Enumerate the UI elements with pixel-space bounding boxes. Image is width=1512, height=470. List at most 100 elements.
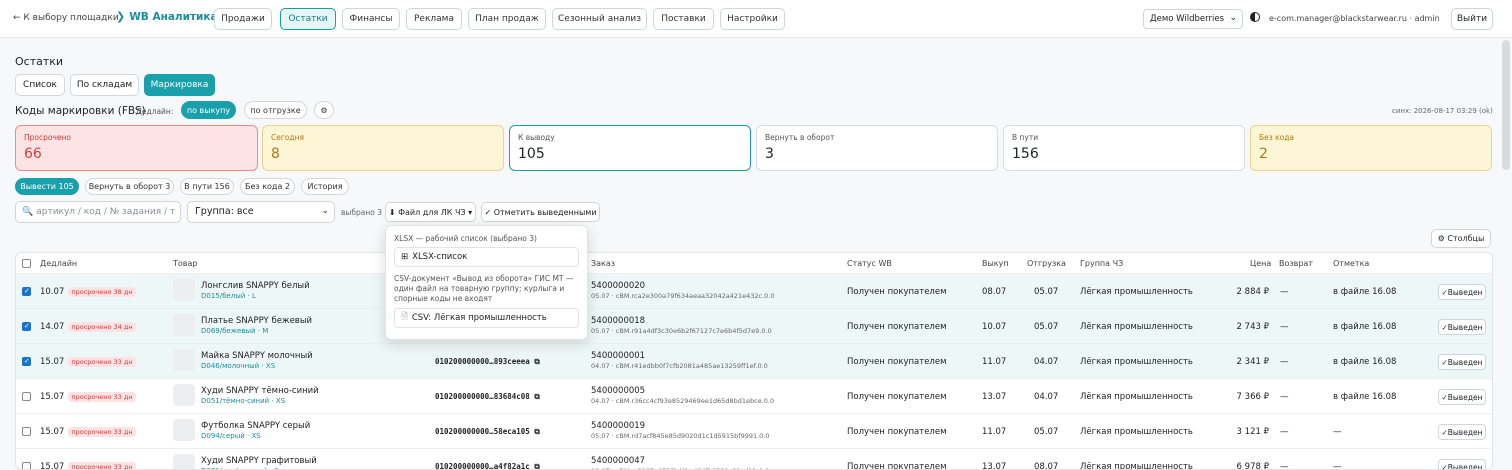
product-sku[interactable]: D015/белый · L [201,292,310,300]
nav-finance[interactable]: Финансы [342,8,400,30]
card-value: 3 [765,146,774,162]
col-buyout[interactable]: Выкуп [982,259,1009,268]
xlsx-list-option[interactable]: ⊞ XLSX-список [394,247,579,267]
deadline-by-buyout[interactable]: по выкупу [181,101,236,119]
product-name: Худи SNAPPY графитовый [201,456,317,466]
search-input[interactable]: 🔍 артикул / код / № задания / т [15,201,181,223]
table-row[interactable]: 15.07просрочено 33 дн Майка SNAPPY молоч… [16,343,1492,378]
nav-settings[interactable]: Настройки [720,8,785,30]
file-export-button[interactable]: ⬇ Файл для ЛК ЧЗ ▾ [385,202,476,222]
columns-button[interactable]: ⚙ Столбцы [1431,229,1491,248]
return-cell: — [1280,322,1289,332]
row-checkbox[interactable] [22,322,31,331]
card-label: Без кода [1259,133,1295,142]
product-sku[interactable]: D051/тёмно-синий · XS [201,397,319,405]
withdrawn-button[interactable]: ✓Выведен [1438,459,1486,469]
store-select[interactable]: Демо Wildberries ⌄ [1143,9,1243,29]
price-cell: 2 743 ₽ [1236,322,1269,332]
price-cell: 3 121 ₽ [1236,427,1269,437]
card-in-transit[interactable]: В пути 156 [1003,125,1245,171]
mark-code[interactable]: 010200000000…83684c08 ⧉ [435,392,540,402]
col-mark[interactable]: Отметка [1333,259,1369,268]
table-row[interactable]: 10.07просрочено 38 дн Лонгслив SNAPPY бе… [16,273,1492,308]
col-price[interactable]: Цена [1250,259,1271,268]
row-checkbox[interactable] [22,462,31,469]
card-no-code[interactable]: Без кода 2 [1250,125,1492,171]
product-sku[interactable]: D094/серый · XS [201,432,310,440]
card-label: К выводу [518,133,555,142]
product-thumbnail [173,454,195,469]
col-return[interactable]: Возврат [1279,259,1313,268]
scrollbar[interactable] [1502,40,1510,170]
app-logo[interactable]: ❯ WB Аналитика [116,10,218,23]
ship-date: 04.07 [1034,392,1059,402]
mark-code[interactable]: 010200000000…a4f82a1c ⧉ [435,462,540,469]
withdrawn-button[interactable]: ✓Выведен [1438,424,1486,440]
product-name: Майка SNAPPY молочный [201,351,313,361]
group-select[interactable]: Группа: все ⌄ [187,201,335,223]
product-cell: Худи SNAPPY графитовый D071/графитовый ·… [201,456,317,469]
chip-withdraw[interactable]: Вывести 105 [15,178,79,195]
mark-withdrawn-button[interactable]: ✓ Отметить выведенными [481,202,600,222]
card-today[interactable]: Сегодня 8 [262,125,504,171]
col-group[interactable]: Группа ЧЗ [1080,259,1123,268]
table-row[interactable]: 15.07 просрочено 33 дн Худи SNAPPY тёмно-… [16,378,1492,413]
deadline-by-shipment[interactable]: по отгрузке [244,101,307,119]
mark-code[interactable]: 010200000000…893ceeea ⧉ [435,357,540,367]
row-checkbox[interactable] [22,357,31,366]
chip-return[interactable]: Вернуть в оборот 3 [85,178,174,195]
xlsx-option-label: XLSX-список [412,252,468,262]
withdrawn-button[interactable]: ✓Выведен [1438,389,1486,405]
tab-warehouses[interactable]: По складам [70,74,139,96]
group-cell: Лёгкая промышленность [1080,322,1193,332]
tab-marking[interactable]: Маркировка [144,74,215,96]
tab-list[interactable]: Список [15,74,65,96]
select-all-checkbox[interactable] [22,259,31,268]
logout-button[interactable]: Выйти [1451,8,1493,30]
col-product[interactable]: Товар [173,259,197,268]
col-order[interactable]: Заказ [591,259,615,268]
nav-supply[interactable]: Поставки [653,8,714,30]
chip-no-code[interactable]: Без кода 2 [240,178,295,195]
withdrawn-button[interactable]: ✓Выведен [1438,319,1486,335]
chevron-down-icon: ⌄ [321,206,329,216]
nav-ads[interactable]: Реклама [406,8,462,30]
status-cell: Получен покупателем [847,392,947,402]
order-number: 5400000019 [591,421,646,431]
card-to-withdraw[interactable]: К выводу 105 [509,125,751,171]
chip-history[interactable]: История [301,178,349,195]
product-cell: Платье SNAPPY бежевый D069/бежевый · M [201,316,312,335]
chip-in-transit[interactable]: В пути 156 [180,178,234,195]
product-thumbnail [173,314,195,336]
row-checkbox[interactable] [22,427,31,436]
card-return[interactable]: Вернуть в оборот 3 [756,125,998,171]
nav-season[interactable]: Сезонный анализ [552,8,647,30]
table-row[interactable]: 15.07 просрочено 33 дн Худи SNAPPY графит… [16,448,1492,470]
overdue-badge: просрочено 33 дн [68,427,136,437]
status-cell: Получен покупателем [847,462,947,470]
buyout-date: 13.07 [982,462,1007,470]
table-row[interactable]: 14.07просрочено 34 дн Платье SNAPPY беже… [16,308,1492,343]
nav-stock[interactable]: Остатки [280,8,336,30]
nav-sales-plan[interactable]: План продаж [468,8,546,30]
withdrawn-button[interactable]: ✓Выведен [1438,284,1486,300]
table-row[interactable]: 15.07 просрочено 33 дн Футболка SNAPPY се… [16,413,1492,448]
col-deadline[interactable]: Дедлайн [40,259,77,268]
mark-cell: в файле 16.08 [1333,322,1397,332]
withdrawn-button[interactable]: ✓Выведен [1438,354,1486,370]
card-label: Вернуть в оборот [765,133,835,142]
product-sku[interactable]: D046/молочный · XS [201,362,313,370]
ship-date: 05.07 [1034,287,1059,297]
col-status[interactable]: Статус WB [847,259,892,268]
theme-toggle-icon[interactable] [1250,12,1260,22]
col-shipment[interactable]: Отгрузка [1027,259,1066,268]
csv-option[interactable]: 🗎 CSV: Лёгкая промышленность [394,308,579,328]
mark-code[interactable]: 010200000000…58eca105 ⧉ [435,427,540,437]
back-link[interactable]: ← К выбору площадки [13,13,119,23]
product-sku[interactable]: D069/бежевый · M [201,327,312,335]
nav-sales[interactable]: Продажи [214,8,272,30]
card-overdue[interactable]: Просрочено 66 [15,125,258,171]
row-checkbox[interactable] [22,287,31,296]
deadline-settings-icon[interactable]: ⚙ [314,101,334,119]
row-checkbox[interactable] [22,392,31,401]
